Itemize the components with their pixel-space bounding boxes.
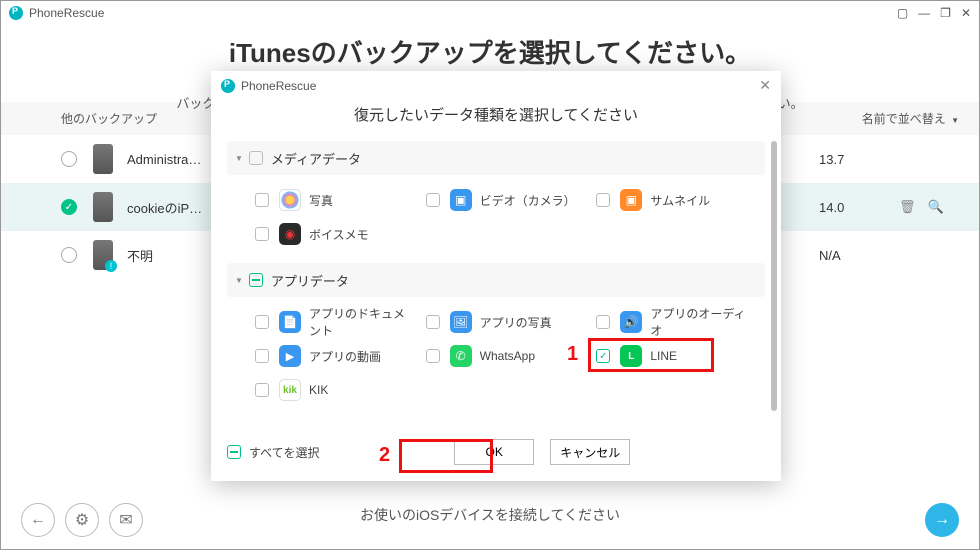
item-checkbox[interactable] xyxy=(426,193,440,207)
app-logo-icon xyxy=(221,79,235,93)
appvideo-icon xyxy=(279,345,301,367)
radio-icon[interactable] xyxy=(61,247,77,263)
sort-label: 名前で並べ替え xyxy=(862,112,946,126)
kik-icon: kik xyxy=(279,379,301,401)
data-item-kik[interactable]: kik KIK xyxy=(255,375,416,405)
radio-icon[interactable] xyxy=(61,151,77,167)
restore-icon[interactable]: ❐ xyxy=(940,6,951,20)
footer-bar: ← ⚙ ✉ → xyxy=(1,503,979,537)
section-title: アプリデータ xyxy=(271,271,349,290)
item-checkbox[interactable] xyxy=(596,315,610,329)
row-actions: 🗑 🔍 xyxy=(899,199,959,215)
radio-icon[interactable] xyxy=(61,199,77,215)
data-item-photos[interactable]: 写真 xyxy=(255,185,416,215)
modal-app-name: PhoneRescue xyxy=(241,79,316,93)
data-type-modal: PhoneRescue ✕ 復元したいデータ種類を選択してください ▼ メディア… xyxy=(211,71,781,481)
data-item-appaudio[interactable]: アプリのオーディオ xyxy=(596,307,757,337)
app-name: PhoneRescue xyxy=(29,6,104,20)
next-button[interactable]: → xyxy=(925,503,959,537)
memo-icon xyxy=(279,223,301,245)
backup-version: N/A xyxy=(819,248,899,263)
data-item-appvideo[interactable]: アプリの動画 xyxy=(255,341,416,371)
data-item-line[interactable]: LINE xyxy=(596,341,757,371)
video-icon xyxy=(450,189,472,211)
item-checkbox[interactable] xyxy=(255,349,269,363)
modal-body: ▼ メディアデータ 写真ビデオ（カメラ）サムネイルボイスメモ ▼ アプリデータ … xyxy=(211,141,781,431)
item-label: WhatsApp xyxy=(480,349,535,363)
appdoc-icon xyxy=(279,311,301,333)
scrollbar[interactable] xyxy=(771,141,777,411)
select-all-label: すべてを選択 xyxy=(249,444,319,461)
chevron-down-icon: ▼ xyxy=(235,154,243,163)
section-checkbox[interactable] xyxy=(249,273,263,287)
sort-dropdown[interactable]: 名前で並べ替え ▼ xyxy=(862,110,959,127)
page-title: iTunesのバックアップを選択してください。 xyxy=(1,25,979,74)
whatsapp-icon xyxy=(450,345,472,367)
item-label: KIK xyxy=(309,383,328,397)
photos-icon xyxy=(279,189,301,211)
item-checkbox[interactable] xyxy=(255,227,269,241)
settings-button[interactable]: ⚙ xyxy=(65,503,99,537)
title-bar: PhoneRescue ▢ — ❐ ✕ xyxy=(1,1,979,25)
item-label: アプリのドキュメント xyxy=(309,305,416,339)
modal-close-icon[interactable]: ✕ xyxy=(759,77,771,94)
section-title: メディアデータ xyxy=(271,149,361,168)
item-label: LINE xyxy=(650,349,677,363)
item-checkbox[interactable] xyxy=(426,315,440,329)
search-icon[interactable]: 🔍 xyxy=(928,199,944,215)
modal-titlebar: PhoneRescue ✕ xyxy=(211,71,781,100)
appphoto-icon xyxy=(450,311,472,333)
item-label: アプリの動画 xyxy=(309,348,381,365)
select-all-checkbox[interactable] xyxy=(227,445,241,459)
item-checkbox[interactable] xyxy=(426,349,440,363)
cancel-button[interactable]: キャンセル xyxy=(550,439,630,465)
modal-buttons: OK キャンセル xyxy=(454,439,630,465)
device-icon xyxy=(93,240,113,270)
section-app[interactable]: ▼ アプリデータ xyxy=(227,263,765,297)
trash-icon[interactable]: 🗑 xyxy=(899,199,916,215)
item-checkbox[interactable] xyxy=(255,315,269,329)
appaudio-icon xyxy=(620,311,642,333)
data-item-appphoto[interactable]: アプリの写真 xyxy=(426,307,587,337)
back-button[interactable]: ← xyxy=(21,503,55,537)
minimize-icon[interactable]: — xyxy=(918,6,930,20)
modal-heading: 復元したいデータ種類を選択してください xyxy=(211,100,781,137)
item-label: アプリのオーディオ xyxy=(650,305,757,339)
data-item-whatsapp[interactable]: WhatsApp xyxy=(426,341,587,371)
window-controls: ▢ — ❐ ✕ xyxy=(897,6,971,20)
item-label: サムネイル xyxy=(650,192,710,209)
line-icon xyxy=(620,345,642,367)
item-label: ビデオ（カメラ） xyxy=(480,192,576,209)
data-item-video[interactable]: ビデオ（カメラ） xyxy=(426,185,587,215)
device-icon xyxy=(93,144,113,174)
item-checkbox[interactable] xyxy=(255,383,269,397)
maximize-icon[interactable]: ▢ xyxy=(897,6,908,20)
data-item-memo[interactable]: ボイスメモ xyxy=(255,219,416,249)
section-media[interactable]: ▼ メディアデータ xyxy=(227,141,765,175)
item-label: アプリの写真 xyxy=(480,314,552,331)
item-checkbox[interactable] xyxy=(596,349,610,363)
media-items: 写真 ビデオ（カメラ） サムネイルボイスメモ xyxy=(227,179,765,259)
thumb-icon xyxy=(620,189,642,211)
chevron-down-icon: ▼ xyxy=(235,276,243,285)
item-label: ボイスメモ xyxy=(309,226,369,243)
select-all[interactable]: すべてを選択 xyxy=(227,444,319,461)
ok-button[interactable]: OK xyxy=(454,439,534,465)
modal-footer: すべてを選択 OK キャンセル xyxy=(211,431,781,465)
section-checkbox[interactable] xyxy=(249,151,263,165)
app-items: アプリのドキュメント アプリの写真 アプリのオーディオアプリの動画 WhatsApp L… xyxy=(227,301,765,415)
data-item-appdoc[interactable]: アプリのドキュメント xyxy=(255,307,416,337)
item-checkbox[interactable] xyxy=(596,193,610,207)
close-icon[interactable]: ✕ xyxy=(961,6,971,20)
backup-version: 14.0 xyxy=(819,200,899,215)
chevron-down-icon: ▼ xyxy=(951,116,959,125)
data-item-thumb[interactable]: サムネイル xyxy=(596,185,757,215)
app-logo-icon xyxy=(9,6,23,20)
item-checkbox[interactable] xyxy=(255,193,269,207)
mail-button[interactable]: ✉ xyxy=(109,503,143,537)
item-label: 写真 xyxy=(309,192,333,209)
device-icon xyxy=(93,192,113,222)
backup-version: 13.7 xyxy=(819,152,899,167)
